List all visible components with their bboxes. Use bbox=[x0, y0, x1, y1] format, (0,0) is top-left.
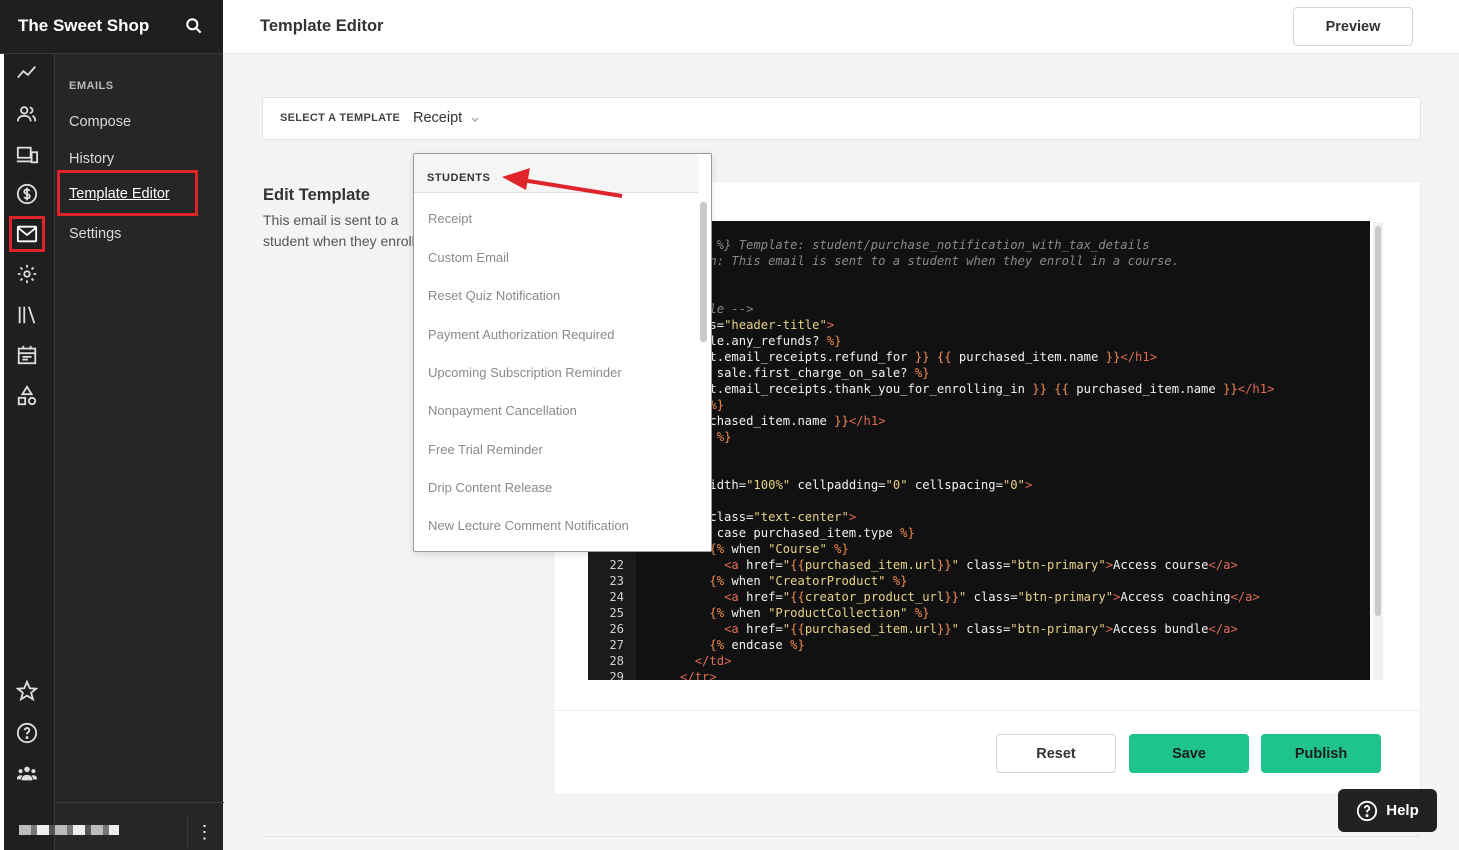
help-label: Help bbox=[1386, 802, 1419, 819]
reset-button[interactable]: Reset bbox=[996, 734, 1116, 773]
dropdown-option[interactable]: Upcoming Subscription Reminder bbox=[428, 365, 622, 380]
shapes-icon[interactable] bbox=[14, 383, 40, 409]
annotation-arrow-icon bbox=[502, 168, 623, 198]
gear-icon[interactable] bbox=[14, 261, 40, 287]
search-icon[interactable] bbox=[184, 16, 204, 36]
dropdown-group-label: STUDENTS bbox=[427, 172, 491, 184]
icon-rail bbox=[0, 0, 54, 850]
mail-icon[interactable] bbox=[9, 216, 45, 252]
top-bar: Template Editor Preview bbox=[223, 0, 1459, 54]
brand-name[interactable]: The Sweet Shop bbox=[18, 16, 149, 36]
question-icon[interactable] bbox=[14, 720, 40, 746]
devices-icon[interactable] bbox=[14, 142, 40, 168]
sidebar-item-template-editor[interactable]: Template Editor bbox=[57, 170, 198, 216]
edit-template-heading: Edit Template bbox=[263, 186, 370, 204]
brand-bar: The Sweet Shop bbox=[0, 0, 223, 54]
dropdown-option[interactable]: Payment Authorization Required bbox=[428, 327, 614, 342]
chevron-down-icon[interactable] bbox=[470, 111, 480, 122]
dropdown-option[interactable]: Drip Content Release bbox=[428, 480, 552, 495]
sidebar-item-settings[interactable]: Settings bbox=[69, 226, 121, 242]
preview-button[interactable]: Preview bbox=[1293, 7, 1413, 46]
dropdown-option[interactable]: Reset Quiz Notification bbox=[428, 288, 560, 303]
calendar-icon[interactable] bbox=[14, 342, 40, 368]
sidebar-item-history[interactable]: History bbox=[69, 151, 114, 167]
dropdown-option[interactable]: Receipt bbox=[428, 211, 472, 226]
save-button[interactable]: Save bbox=[1129, 734, 1249, 773]
dollar-icon[interactable] bbox=[14, 181, 40, 207]
template-select[interactable]: Receipt bbox=[413, 110, 462, 126]
users-icon[interactable] bbox=[14, 101, 40, 127]
dropdown-option[interactable]: New Lecture Comment Notification bbox=[428, 518, 629, 533]
card-divider bbox=[553, 710, 1421, 711]
code-scrollbar[interactable] bbox=[1373, 222, 1383, 680]
more-options-icon[interactable]: ⋮ bbox=[187, 815, 221, 849]
publish-button[interactable]: Publish bbox=[1261, 734, 1381, 773]
dropdown-option[interactable]: Free Trial Reminder bbox=[428, 442, 543, 457]
page-title: Template Editor bbox=[260, 17, 384, 35]
community-icon[interactable] bbox=[14, 760, 40, 786]
sidebar: EMAILS Compose History Template Editor S… bbox=[19, 0, 224, 850]
account-name-redacted[interactable] bbox=[19, 825, 119, 835]
help-icon bbox=[1357, 800, 1378, 821]
sidebar-section-emails: EMAILS bbox=[69, 80, 114, 92]
sidebar-item-compose[interactable]: Compose bbox=[69, 114, 131, 130]
dropdown-option[interactable]: Custom Email bbox=[428, 250, 509, 265]
template-selector-bar: SELECT A TEMPLATE Receipt bbox=[262, 97, 1421, 140]
page-divider bbox=[262, 836, 1421, 837]
analytics-icon[interactable] bbox=[14, 60, 40, 86]
library-icon[interactable] bbox=[14, 302, 40, 328]
help-button[interactable]: Help bbox=[1338, 789, 1437, 832]
edit-template-description: This email is sent to a student when the… bbox=[263, 212, 415, 249]
dropdown-option[interactable]: Nonpayment Cancellation bbox=[428, 403, 577, 418]
select-template-label: SELECT A TEMPLATE bbox=[280, 112, 401, 124]
template-dropdown[interactable]: STUDENTS Receipt Custom Email Reset Quiz… bbox=[413, 153, 712, 552]
sidebar-footer: ⋮ bbox=[19, 802, 224, 850]
star-icon[interactable] bbox=[14, 678, 40, 704]
dropdown-scrollbar[interactable] bbox=[700, 202, 707, 342]
